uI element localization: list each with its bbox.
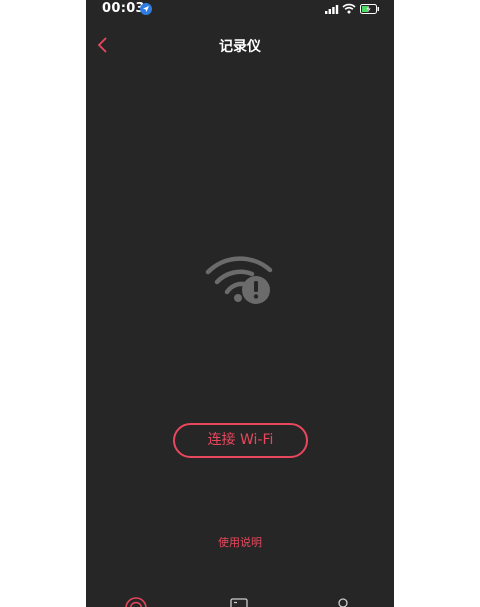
status-time: 00:03 [102,1,145,16]
page-title: 记录仪 [219,39,261,55]
album-tab-icon[interactable] [230,596,250,607]
wifi-icon [342,3,356,14]
instructions-link[interactable]: 使用说明 [86,534,394,550]
location-arrow-icon [140,3,152,15]
wifi-warning-icon [205,256,273,304]
nav-bar: 记录仪 [86,28,394,62]
connect-wifi-button[interactable]: 连接 Wi-Fi [173,423,308,458]
profile-tab-icon[interactable] [336,596,350,607]
recorder-tab-icon[interactable] [124,596,148,607]
battery-charging-icon [360,4,379,14]
signal-bars-icon [325,5,339,14]
status-bar: 00:03 [86,0,394,20]
phone-screen: 00:03 记录仪 连接 Wi-Fi 使用说明 [86,0,394,607]
tab-bar [86,592,394,607]
